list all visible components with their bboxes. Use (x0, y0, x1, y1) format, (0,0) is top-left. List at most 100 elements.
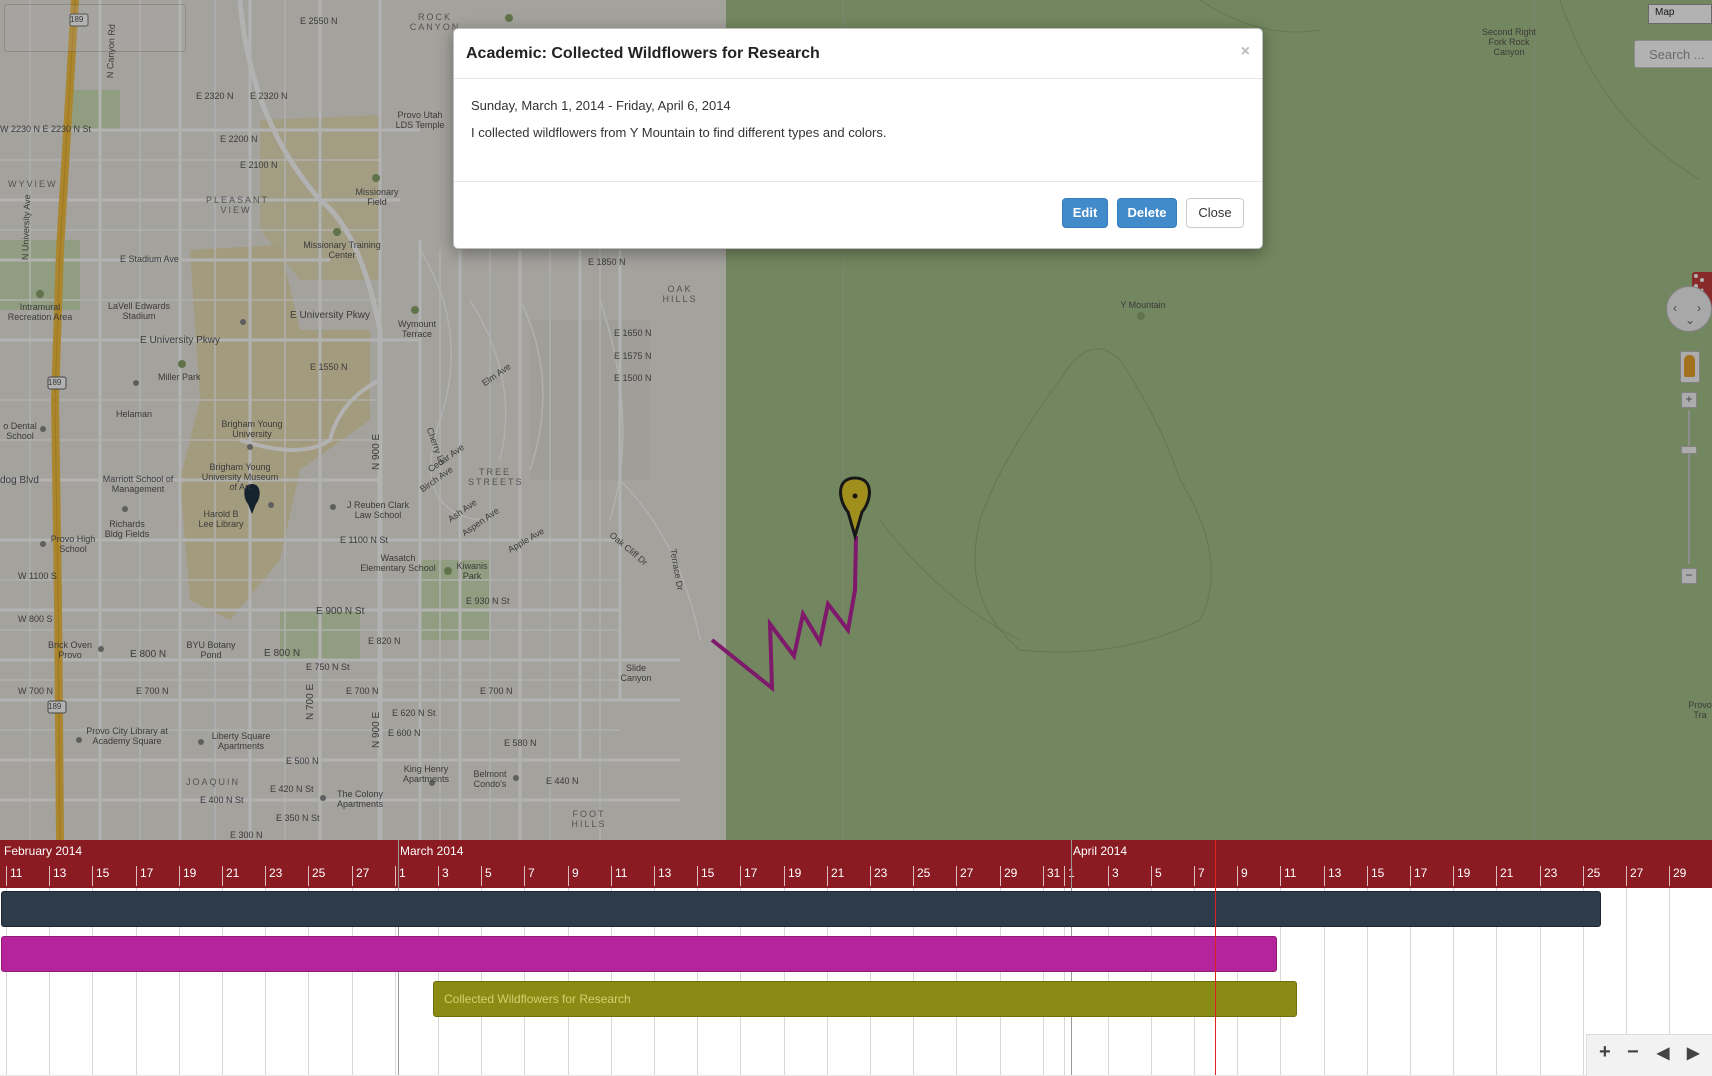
timeline-day-label: 5 (485, 866, 492, 880)
timeline-day-label: 19 (1457, 866, 1471, 880)
street-view-pegman-icon[interactable] (1680, 351, 1700, 383)
landmark-label: LaVell Edwards Stadium (107, 301, 171, 321)
timeline-day-label: 23 (1544, 866, 1558, 880)
street-label: E 800 N (130, 649, 167, 660)
timeline-tick (1669, 866, 1670, 886)
timeline-tick (1410, 866, 1411, 886)
street-label: E 2320 N (250, 91, 288, 101)
timeline-day-label: 27 (960, 866, 974, 880)
close-button[interactable]: Close (1186, 198, 1244, 228)
timeline-day-label: 13 (1328, 866, 1342, 880)
timeline-day-label: 9 (1241, 866, 1248, 880)
timeline-event-bar-selected[interactable]: Collected Wildflowers for Research (433, 981, 1297, 1017)
street-label: E 1850 N (588, 257, 626, 267)
neighborhood-label: JOAQUIN (186, 777, 241, 787)
landmark-label: Slide Canyon (620, 663, 652, 683)
timeline-day-label: 27 (1630, 866, 1644, 880)
landmark-label: Provo Tra (1688, 700, 1712, 720)
timeline-tick (438, 866, 439, 886)
landmark-label: Richards Bldg Fields (104, 519, 150, 539)
street-label: E 1500 N (614, 373, 652, 383)
timeline-tick (1237, 866, 1238, 886)
timeline-tick (265, 866, 266, 886)
landmark-label: Wasatch Elementary School (360, 553, 436, 573)
timeline-prev-button[interactable]: ◀ (1657, 1043, 1669, 1063)
modal-footer: Edit Delete Close (454, 182, 1262, 248)
zoom-in-button[interactable]: + (1681, 392, 1697, 408)
timeline-day-label: 25 (1587, 866, 1601, 880)
timeline-day-label: 11 (1284, 866, 1297, 880)
timeline-tick (308, 866, 309, 886)
timeline-zoom-out-button[interactable]: − (1627, 1041, 1639, 1064)
street-label: E 700 N (136, 686, 169, 696)
street-label: E 1100 N St (340, 535, 388, 545)
timeline-day-label: 15 (701, 866, 715, 880)
landmark-label: Missionary Training Center (303, 240, 381, 260)
timeline-day-label: 31 (1047, 866, 1061, 880)
map-pan-control[interactable]: ‹ › ⌄ (1666, 286, 1712, 332)
street-label: E 1575 N (614, 351, 652, 361)
street-label: E 620 N St (392, 708, 436, 718)
street-label: E 800 N (264, 648, 301, 659)
street-label: E 2320 N (196, 91, 234, 101)
timeline[interactable]: February 2014 March 2014 April 2014 11 13… (0, 840, 1712, 1076)
timeline-tick (49, 866, 50, 886)
timeline-tick (1324, 866, 1325, 886)
street-label: N Canyon Rd (105, 24, 117, 79)
timeline-tick (524, 866, 525, 886)
chevron-down-icon[interactable]: ⌄ (1685, 313, 1695, 327)
timeline-day-label: 13 (53, 866, 67, 880)
landmark-label: Liberty Square Apartments (211, 731, 271, 751)
edit-button[interactable]: Edit (1062, 198, 1108, 228)
timeline-day-label: 17 (744, 866, 758, 880)
map-search-input[interactable]: Search ... (1634, 40, 1712, 68)
street-label: E 700 N (480, 686, 513, 696)
timeline-event-bar[interactable] (1, 936, 1277, 972)
landmark-label: Wymount Terrace (398, 319, 436, 339)
timeline-day-label: 19 (183, 866, 197, 880)
timeline-tick (1540, 866, 1541, 886)
close-icon[interactable]: × (1241, 43, 1250, 61)
street-label: E University Pkwy (140, 335, 221, 346)
route-shield-label: 189 (48, 702, 62, 711)
timeline-month-label: February 2014 (4, 844, 83, 858)
timeline-tick (1064, 866, 1065, 886)
timeline-day-label: 7 (528, 866, 535, 880)
route-shield-label: 189 (70, 15, 84, 24)
landmark-label: o Dental School (3, 421, 37, 441)
timeline-day-label: 29 (1004, 866, 1018, 880)
map-zoom-control[interactable]: + − (1681, 392, 1697, 584)
route-shield-label: 189 (48, 378, 62, 387)
street-label: E 1550 N (310, 362, 348, 372)
timeline-day-label: 23 (874, 866, 888, 880)
timeline-tick (92, 866, 93, 886)
street-label: E 600 N (388, 728, 421, 738)
street-label: E 930 N St (466, 596, 510, 606)
timeline-tick (1626, 866, 1627, 886)
timeline-tick (481, 866, 482, 886)
neighborhood-label: WYVIEW (8, 179, 58, 189)
timeline-tick (1367, 866, 1368, 886)
delete-button[interactable]: Delete (1117, 198, 1177, 228)
zoom-slider-thumb[interactable] (1681, 446, 1697, 454)
zoom-out-button[interactable]: − (1681, 568, 1697, 584)
street-label: E Stadium Ave (120, 254, 179, 264)
landmark-label: Provo Utah LDS Temple (395, 110, 445, 130)
timeline-zoom-in-button[interactable]: + (1599, 1041, 1611, 1064)
timeline-event-bar[interactable] (1, 891, 1601, 927)
street-label: E 2200 N (220, 134, 258, 144)
timeline-day-label: 25 (312, 866, 326, 880)
zoom-slider-track[interactable] (1688, 410, 1690, 564)
timeline-tick (1000, 866, 1001, 886)
timeline-next-button[interactable]: ▶ (1687, 1043, 1699, 1063)
street-label: E 820 N (368, 636, 401, 646)
chevron-left-icon[interactable]: ‹ (1673, 301, 1677, 315)
chevron-right-icon[interactable]: › (1697, 301, 1701, 315)
timeline-tick (352, 866, 353, 886)
street-label: W 800 S (18, 614, 53, 624)
map-type-toggle[interactable]: Map (1648, 4, 1712, 24)
timeline-tick (1194, 866, 1195, 886)
street-label: N 700 E (305, 683, 316, 720)
street-label: E 420 N St (270, 784, 314, 794)
timeline-tick (1151, 866, 1152, 886)
